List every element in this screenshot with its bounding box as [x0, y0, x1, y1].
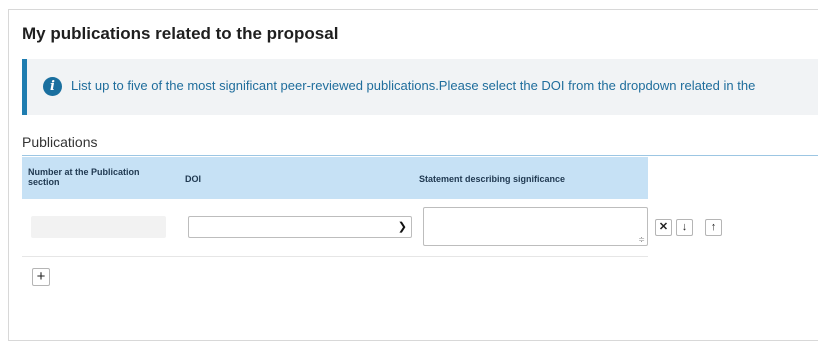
arrow-down-icon: ↓ — [681, 221, 688, 233]
chevron-down-icon: ❯ — [397, 221, 407, 233]
column-header-statement: Statement describing significance — [419, 174, 566, 184]
row-divider — [22, 256, 648, 257]
publication-number-field[interactable] — [31, 216, 166, 238]
column-header-number: Number at the Publication section — [28, 167, 140, 187]
arrow-up-icon: ↑ — [710, 221, 717, 233]
section-title: My publications related to the proposal — [22, 24, 339, 43]
move-down-button[interactable]: ↓ — [676, 219, 693, 236]
info-circle-icon: i — [43, 77, 62, 96]
column-header-doi: DOI — [185, 174, 202, 184]
remove-row-button[interactable]: ✕ — [655, 219, 672, 236]
statement-textarea[interactable]: ≑ — [423, 207, 648, 246]
info-banner: i List up to five of the most significan… — [22, 59, 818, 115]
doi-select[interactable]: ❯ — [188, 216, 412, 238]
info-text: List up to five of the most significant … — [71, 78, 756, 93]
add-row-button[interactable]: + — [32, 268, 50, 286]
close-icon: ✕ — [658, 221, 669, 233]
section-divider — [22, 155, 818, 156]
table-header: Number at the Publication section DOI St… — [22, 157, 648, 199]
move-up-button[interactable]: ↑ — [705, 219, 722, 236]
resize-grip-icon[interactable]: ≑ — [638, 236, 645, 244]
publications-label: Publications — [22, 134, 98, 150]
plus-icon: + — [36, 268, 46, 285]
